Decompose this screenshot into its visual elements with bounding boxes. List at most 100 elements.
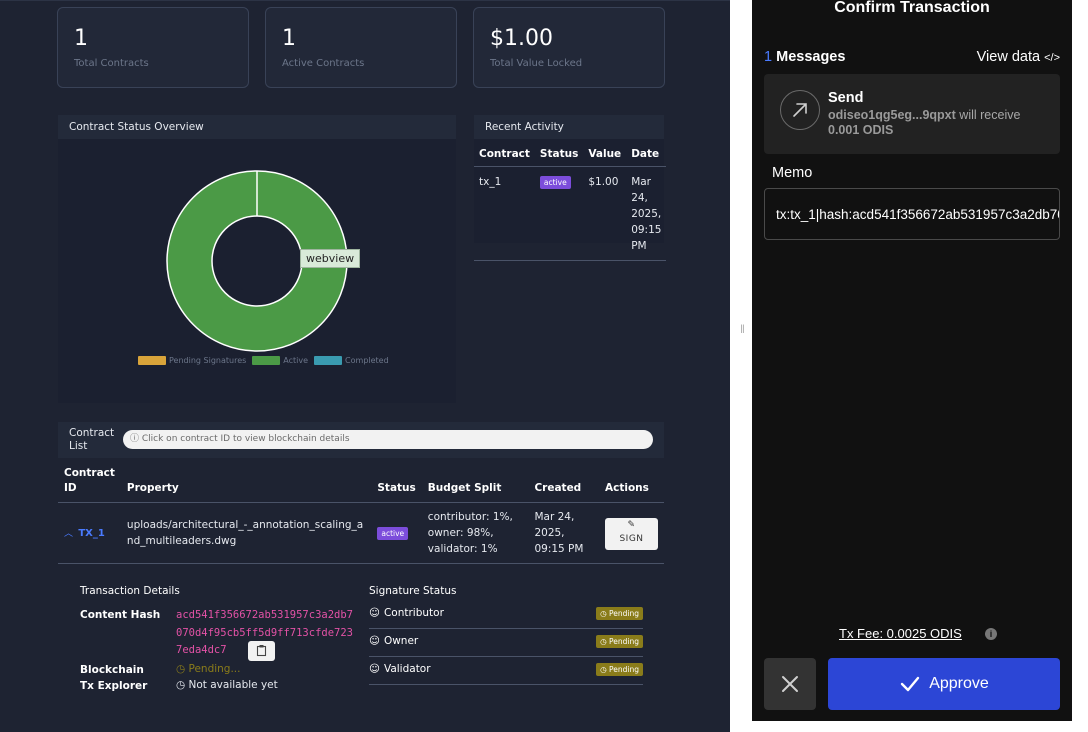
approve-label: Approve [929,675,989,692]
sign-button[interactable]: ✎ SIGN [605,517,658,550]
contract-cell: tx_1 [474,166,535,261]
status-badge: active [539,176,571,189]
column-header: Property [120,466,372,503]
legend-item-pending[interactable]: Pending Signatures [138,356,246,365]
legend-label: Completed [345,356,389,365]
send-icon-circle [780,90,820,130]
hint-bar: ⓘ Click on contract ID to view blockchai… [123,430,653,449]
legend-item-active[interactable]: Active [252,356,308,365]
explorer-pending: ◷ Pending... [176,663,241,675]
recent-activity-panel: Recent Activity Contract Status Value Da… [474,115,667,261]
stat-card-total-value-locked: $1.00 Total Value Locked [473,7,665,88]
table-header-row: Contract ID Property Status Budget Split… [58,466,664,503]
send-verb: will receive [959,108,1021,122]
messages-header: 1 Messages [764,49,845,65]
column-header: Date [626,143,667,167]
memo-input[interactable] [765,189,1059,239]
contract-id-link[interactable]: TX_1 [78,528,105,539]
column-header: Actions [599,466,664,503]
table-row[interactable]: tx_1 active $1.00 Mar 24, 2025, 09:15 PM [474,166,667,261]
budget-split-cell: contributor: 1%, owner: 98%, validator: … [421,502,529,564]
panel-title: Contract List [69,427,115,452]
panel-header: Contract List ⓘ Click on contract ID to … [58,422,664,458]
explorer-na-text: Not available yet [188,679,278,691]
transaction-details: Transaction Details Content Hash acd541f… [58,582,664,732]
column-header: Contract ID [58,466,121,503]
clock-icon: ◷ [600,665,610,674]
date-cell: Mar 24, 2025, 09:15 PM [626,166,667,261]
legend-swatch [314,356,343,365]
signer-role: Contributor [383,607,444,619]
table-row[interactable]: ︿ TX_1 uploads/architectural_-_annotatio… [58,502,664,564]
hint-text: Click on contract ID to view blockchain … [141,434,350,444]
signer: ☺ Owner [369,635,418,647]
user-icon: ☺ [369,607,380,619]
legend-swatch [252,356,281,365]
signer-role: Owner [383,635,419,647]
pending-text: Pending [609,609,639,618]
tx-fee[interactable]: Tx Fee: 0.0025 ODIS [839,626,962,641]
wallet-popup: Confirm Transaction 1 Messages View data… [752,0,1072,721]
tx-details-title: Transaction Details [80,585,180,597]
check-icon [901,676,920,692]
approve-button[interactable]: Approve [828,658,1060,710]
view-data-label: View data [976,49,1041,65]
status-badge: active [377,527,409,540]
pencil-icon: ✎ [627,520,636,531]
window-edge [1072,0,1088,732]
pending-text: Pending [609,665,639,674]
stat-value: $1.00 [490,26,553,51]
contract-list-panel: Contract List ⓘ Click on contract ID to … [58,422,664,718]
stat-label: Total Contracts [74,58,149,69]
table-header-row: Contract Status Value Date [474,143,667,167]
column-header: Status [371,466,422,503]
stat-value: 1 [74,26,88,51]
reject-button[interactable] [764,658,816,710]
legend-label: Active [283,356,309,365]
drag-handle-icon[interactable]: ‖ [740,322,745,336]
status-overview-panel: Contract Status Overview Pending Signatu… [58,115,456,403]
info-icon: ⓘ [130,434,142,444]
signature-row-validator: ☺ Validator ◷ Pending [369,657,643,685]
signer: ☺ Contributor [369,607,444,619]
pending-badge: ◷ Pending [596,607,643,620]
signer-role: Validator [383,663,431,675]
clock-icon: ◷ [176,663,189,675]
column-header: Contract [474,143,535,167]
explorer-pending-text: Pending... [188,663,241,675]
recipient-address: odiseo1qg5eg...9qpxt [828,108,956,122]
panel-header: Recent Activity [474,115,664,139]
created-cell: Mar 24, 2025, 09:15 PM [528,502,599,564]
signer: ☺ Validator [369,663,431,675]
info-icon[interactable]: i [985,628,997,640]
dashboard: 1 Total Contracts 1 Active Contracts $1.… [0,0,730,732]
content-hash-label: Content Hash [80,609,161,621]
chevron-up-icon[interactable]: ︿ [64,529,73,539]
send-amount: 0.001 ODIS [828,123,894,137]
user-icon: ☺ [369,663,380,675]
memo-field-container [764,188,1060,240]
legend-swatch [138,356,166,365]
stat-label: Total Value Locked [490,58,583,69]
stat-label: Active Contracts [282,58,365,69]
stat-card-total-contracts: 1 Total Contracts [57,7,249,88]
pending-badge: ◷ Pending [596,635,643,648]
column-header: Status [534,143,584,167]
panel-divider[interactable] [730,0,752,732]
view-data-link[interactable]: View data </> [977,49,1060,65]
value-cell: $1.00 [583,166,627,261]
arrow-up-right-icon [793,103,807,117]
legend-item-completed[interactable]: Completed [314,356,389,365]
panel-title: Recent Activity [485,121,564,133]
popup-title: Confirm Transaction [834,0,990,16]
status-cell: active [371,502,422,564]
status-cell: active [534,166,584,261]
clock-icon: ◷ [600,609,610,618]
contracts-table: Contract ID Property Status Budget Split… [58,466,664,564]
clock-icon: ◷ [600,637,610,646]
column-header: Budget Split [421,466,529,503]
contract-id-cell[interactable]: ︿ TX_1 [58,502,121,564]
code-icon: </> [1044,52,1060,64]
user-icon: ☺ [369,635,380,647]
copy-button[interactable] [248,641,275,661]
